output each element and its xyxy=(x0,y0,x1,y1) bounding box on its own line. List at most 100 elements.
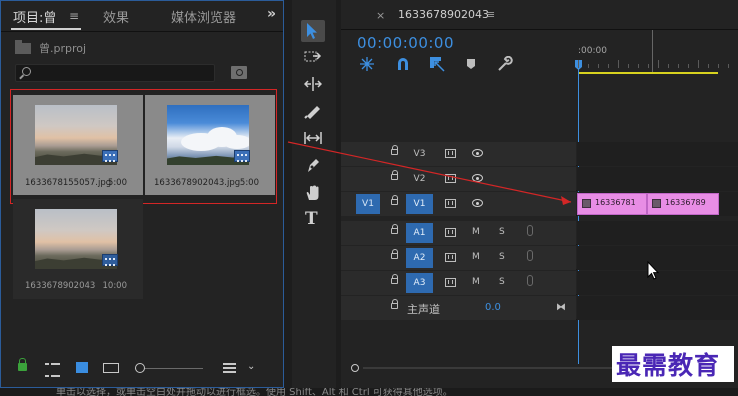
track-name[interactable]: A2 xyxy=(406,248,433,268)
tab-project[interactable]: 项目:曾 xyxy=(13,7,56,26)
track-lock-icon[interactable] xyxy=(391,145,398,155)
track-name[interactable]: V3 xyxy=(406,144,433,164)
timeline-clip[interactable]: 16336781 xyxy=(577,193,647,215)
tab-effects[interactable]: 效果 xyxy=(103,7,129,26)
nest-icon[interactable] xyxy=(359,56,375,72)
solo-button[interactable]: S xyxy=(499,277,505,287)
mute-button[interactable]: M xyxy=(472,227,480,237)
icon-view-icon[interactable] xyxy=(76,362,88,373)
search-input[interactable] xyxy=(15,64,215,82)
sync-lock-icon[interactable] xyxy=(445,228,456,237)
eye-icon[interactable] xyxy=(472,199,483,207)
track-lock-icon[interactable] xyxy=(391,274,398,284)
lock-icon[interactable] xyxy=(18,358,27,371)
more-tabs-icon[interactable]: » xyxy=(267,6,276,22)
track-lock-icon[interactable] xyxy=(391,249,398,259)
track-v3: V3 xyxy=(341,142,738,166)
divider xyxy=(1,31,283,32)
track-lock-icon[interactable] xyxy=(391,170,398,180)
track-name[interactable]: V2 xyxy=(406,169,433,189)
scroll-handle[interactable] xyxy=(351,364,359,372)
sequence-name: 1633678902043 xyxy=(25,281,96,291)
eye-icon[interactable] xyxy=(472,149,483,157)
mic-icon[interactable] xyxy=(527,275,533,286)
settings-wrench-icon[interactable] xyxy=(497,56,513,72)
slip-tool[interactable] xyxy=(301,128,325,150)
track-select-tool[interactable] xyxy=(301,47,325,69)
track-name[interactable]: A1 xyxy=(406,223,433,243)
track-area[interactable]: 16336781 16336789 xyxy=(577,192,738,216)
timeline-clip[interactable]: 16336789 xyxy=(647,193,719,215)
mute-button[interactable]: M xyxy=(472,277,480,287)
zoom-slider-track[interactable] xyxy=(135,368,203,369)
source-patch[interactable]: V1 xyxy=(356,194,380,214)
snap-icon[interactable] xyxy=(395,56,411,72)
go-to-end-icon[interactable]: ⧓ xyxy=(556,302,566,313)
track-header: A2 M S xyxy=(341,246,576,270)
razor-tool[interactable] xyxy=(301,101,325,123)
sequence-tab[interactable]: 1633678902043 xyxy=(398,8,489,21)
scroll-track[interactable] xyxy=(363,367,613,369)
chevron-down-icon[interactable]: ⌄ xyxy=(247,361,255,372)
ruler-tick xyxy=(618,60,619,68)
project-file-name: 曾.prproj xyxy=(39,42,87,55)
solo-button[interactable]: S xyxy=(499,227,505,237)
sync-lock-icon[interactable] xyxy=(445,253,456,262)
tab-media-browser[interactable]: 媒体浏览器 xyxy=(171,7,236,26)
zoom-slider-handle[interactable] xyxy=(135,363,145,373)
panel-menu-icon[interactable]: ≡ xyxy=(486,8,495,21)
track-area[interactable] xyxy=(577,221,738,245)
sync-lock-icon[interactable] xyxy=(445,278,456,287)
track-lock-icon[interactable] xyxy=(391,195,398,205)
work-area-bar[interactable] xyxy=(578,72,718,74)
find-icon[interactable] xyxy=(231,66,247,79)
project-toolbar: ⌄ xyxy=(1,355,283,383)
list-view-icon[interactable] xyxy=(45,363,61,377)
selection-tool[interactable] xyxy=(301,20,325,42)
track-name[interactable]: A3 xyxy=(406,273,433,293)
sync-lock-icon[interactable] xyxy=(445,174,456,183)
solo-button[interactable]: S xyxy=(499,252,505,262)
sync-lock-icon[interactable] xyxy=(445,199,456,208)
linked-selection-icon[interactable] xyxy=(429,56,445,72)
add-marker-icon[interactable] xyxy=(465,56,477,72)
track-area[interactable] xyxy=(577,296,738,320)
type-tool[interactable]: T xyxy=(301,209,325,231)
tools-panel: T xyxy=(292,0,336,388)
track-name[interactable]: V1 xyxy=(406,194,433,214)
ripple-edit-tool[interactable] xyxy=(301,74,325,96)
track-area[interactable] xyxy=(577,167,738,191)
ruler-tick xyxy=(708,64,709,68)
watermark-text: 最需教育 xyxy=(616,351,721,380)
ruler-tick xyxy=(578,60,579,68)
ruler-tick xyxy=(588,64,589,68)
ruler-time-label: :00:00 xyxy=(578,46,607,56)
sync-lock-icon[interactable] xyxy=(445,149,456,158)
close-icon[interactable]: × xyxy=(376,9,385,22)
ruler-tick xyxy=(668,64,669,68)
track-lock-icon[interactable] xyxy=(391,224,398,234)
hand-tool[interactable] xyxy=(301,182,325,204)
time-ruler[interactable] xyxy=(578,56,738,68)
mic-icon[interactable] xyxy=(527,225,533,236)
folder-up-icon[interactable] xyxy=(15,39,31,54)
panel-menu-icon[interactable]: ≡ xyxy=(69,9,79,23)
freeform-view-icon[interactable] xyxy=(103,363,119,373)
sort-icon[interactable] xyxy=(223,363,236,373)
ruler-tick xyxy=(638,64,639,68)
mic-icon[interactable] xyxy=(527,250,533,261)
track-lock-icon[interactable] xyxy=(391,299,398,309)
ruler-tick xyxy=(628,64,629,68)
ruler-tick xyxy=(688,64,689,68)
master-volume-value[interactable]: 0.0 xyxy=(485,302,501,313)
selection-highlight xyxy=(10,89,277,204)
track-header: V1 V1 xyxy=(341,192,576,216)
track-area[interactable] xyxy=(577,142,738,166)
sequence-thumbnail[interactable]: 1633678902043 10:00 xyxy=(13,199,143,299)
mute-button[interactable]: M xyxy=(472,252,480,262)
hand-icon xyxy=(306,185,319,200)
pen-tool[interactable] xyxy=(301,155,325,177)
project-file-row: 曾.prproj xyxy=(15,39,87,55)
playhead-timecode[interactable]: 00:00:00:00 xyxy=(357,34,454,52)
eye-icon[interactable] xyxy=(472,174,483,182)
